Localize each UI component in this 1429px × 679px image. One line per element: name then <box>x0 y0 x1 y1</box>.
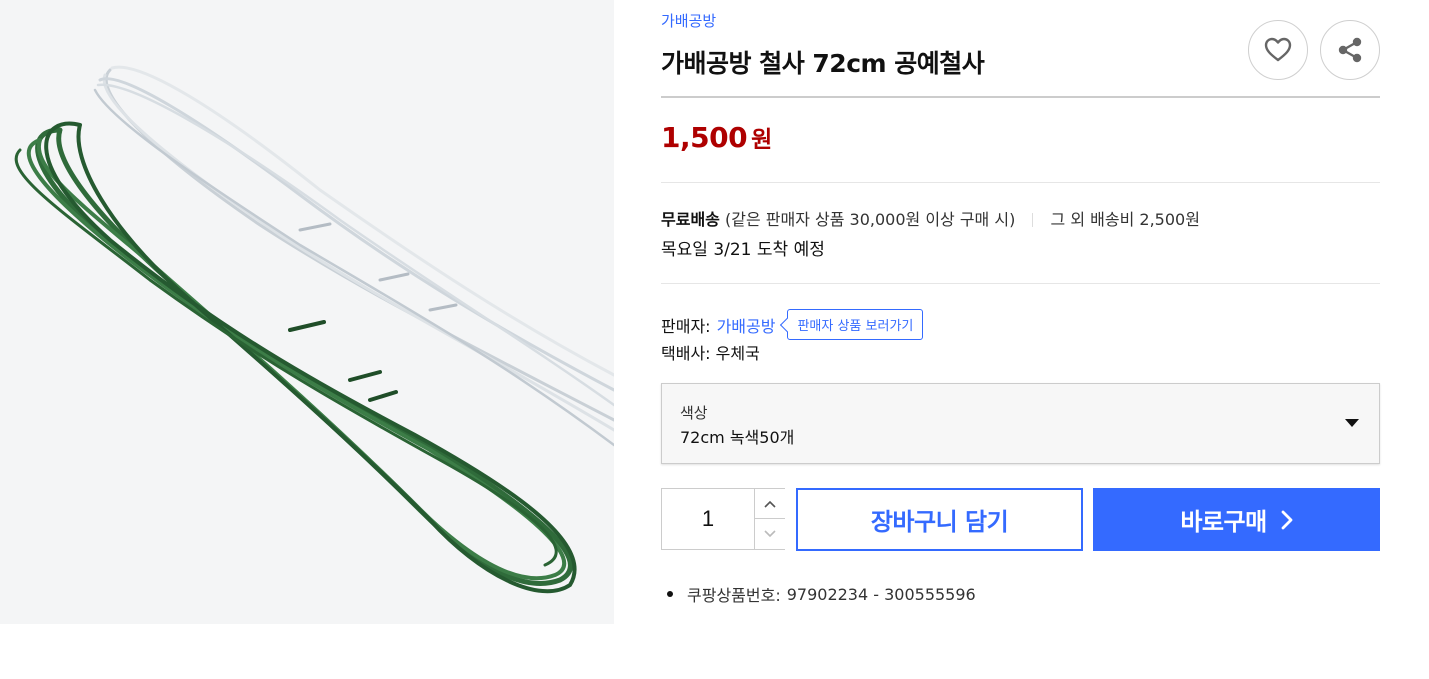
like-button[interactable] <box>1248 20 1308 80</box>
product-number: 쿠팡상품번호: 97902234 - 300555596 <box>667 582 976 606</box>
option-label: 색상 <box>680 404 708 422</box>
seller-products-button[interactable]: 판매자 상품 보러가기 <box>787 309 924 340</box>
shipping-fee: 그 외 배송비 2,500원 <box>1050 210 1200 229</box>
seller-info: 판매자: 가배공방 판매자 상품 보러가기 <box>661 309 924 340</box>
share-icon <box>1338 37 1362 63</box>
product-number-value: 97902234 - 300555596 <box>786 584 976 604</box>
free-shipping-label: 무료배송 <box>661 210 720 229</box>
chevron-down-icon <box>764 530 776 538</box>
courier-label: 택배사: <box>661 344 711 363</box>
price-unit: 원 <box>751 127 773 153</box>
title-divider <box>661 96 1380 98</box>
courier-info: 택배사: 우체국 <box>661 340 760 364</box>
quantity-input[interactable] <box>662 489 754 549</box>
product-number-label: 쿠팡상품번호: <box>687 586 781 605</box>
chevron-right-icon <box>1281 510 1293 529</box>
product-image <box>0 0 614 624</box>
shipping-info: 무료배송 (같은 판매자 상품 30,000원 이상 구매 시) 그 외 배송비… <box>661 206 1200 230</box>
divider <box>661 182 1380 183</box>
brand-link[interactable]: 가배공방 <box>661 10 716 31</box>
price-amount: 1,500 <box>661 121 748 154</box>
separator <box>1032 213 1034 227</box>
chevron-up-icon <box>764 500 776 508</box>
heart-icon <box>1264 37 1292 62</box>
quantity-stepper <box>661 488 785 550</box>
wire-illustration <box>0 0 614 624</box>
price: 1,500 원 <box>661 120 772 154</box>
bullet <box>667 591 673 597</box>
product-title: 가배공방 철사 72cm 공예철사 <box>661 49 985 78</box>
seller-name-link[interactable]: 가배공방 <box>717 313 776 337</box>
divider <box>661 283 1380 284</box>
quantity-decrease-button[interactable] <box>754 519 785 549</box>
buy-now-label: 바로구매 <box>1180 508 1267 536</box>
free-shipping-condition: (같은 판매자 상품 30,000원 이상 구매 시) <box>724 210 1016 229</box>
courier-name: 우체국 <box>715 344 760 363</box>
color-option-select[interactable]: 색상 72cm 녹색50개 <box>661 383 1380 464</box>
delivery-estimate: 목요일 3/21 도착 예정 <box>661 240 825 260</box>
add-to-cart-label: 장바구니 담기 <box>870 508 1009 536</box>
quantity-increase-button[interactable] <box>754 489 785 519</box>
buy-now-button[interactable]: 바로구매 <box>1093 488 1380 551</box>
add-to-cart-button[interactable]: 장바구니 담기 <box>796 488 1083 551</box>
option-value: 72cm 녹색50개 <box>680 428 795 447</box>
seller-label: 판매자: <box>661 316 711 336</box>
share-button[interactable] <box>1320 20 1380 80</box>
caret-down-icon <box>1345 419 1359 427</box>
